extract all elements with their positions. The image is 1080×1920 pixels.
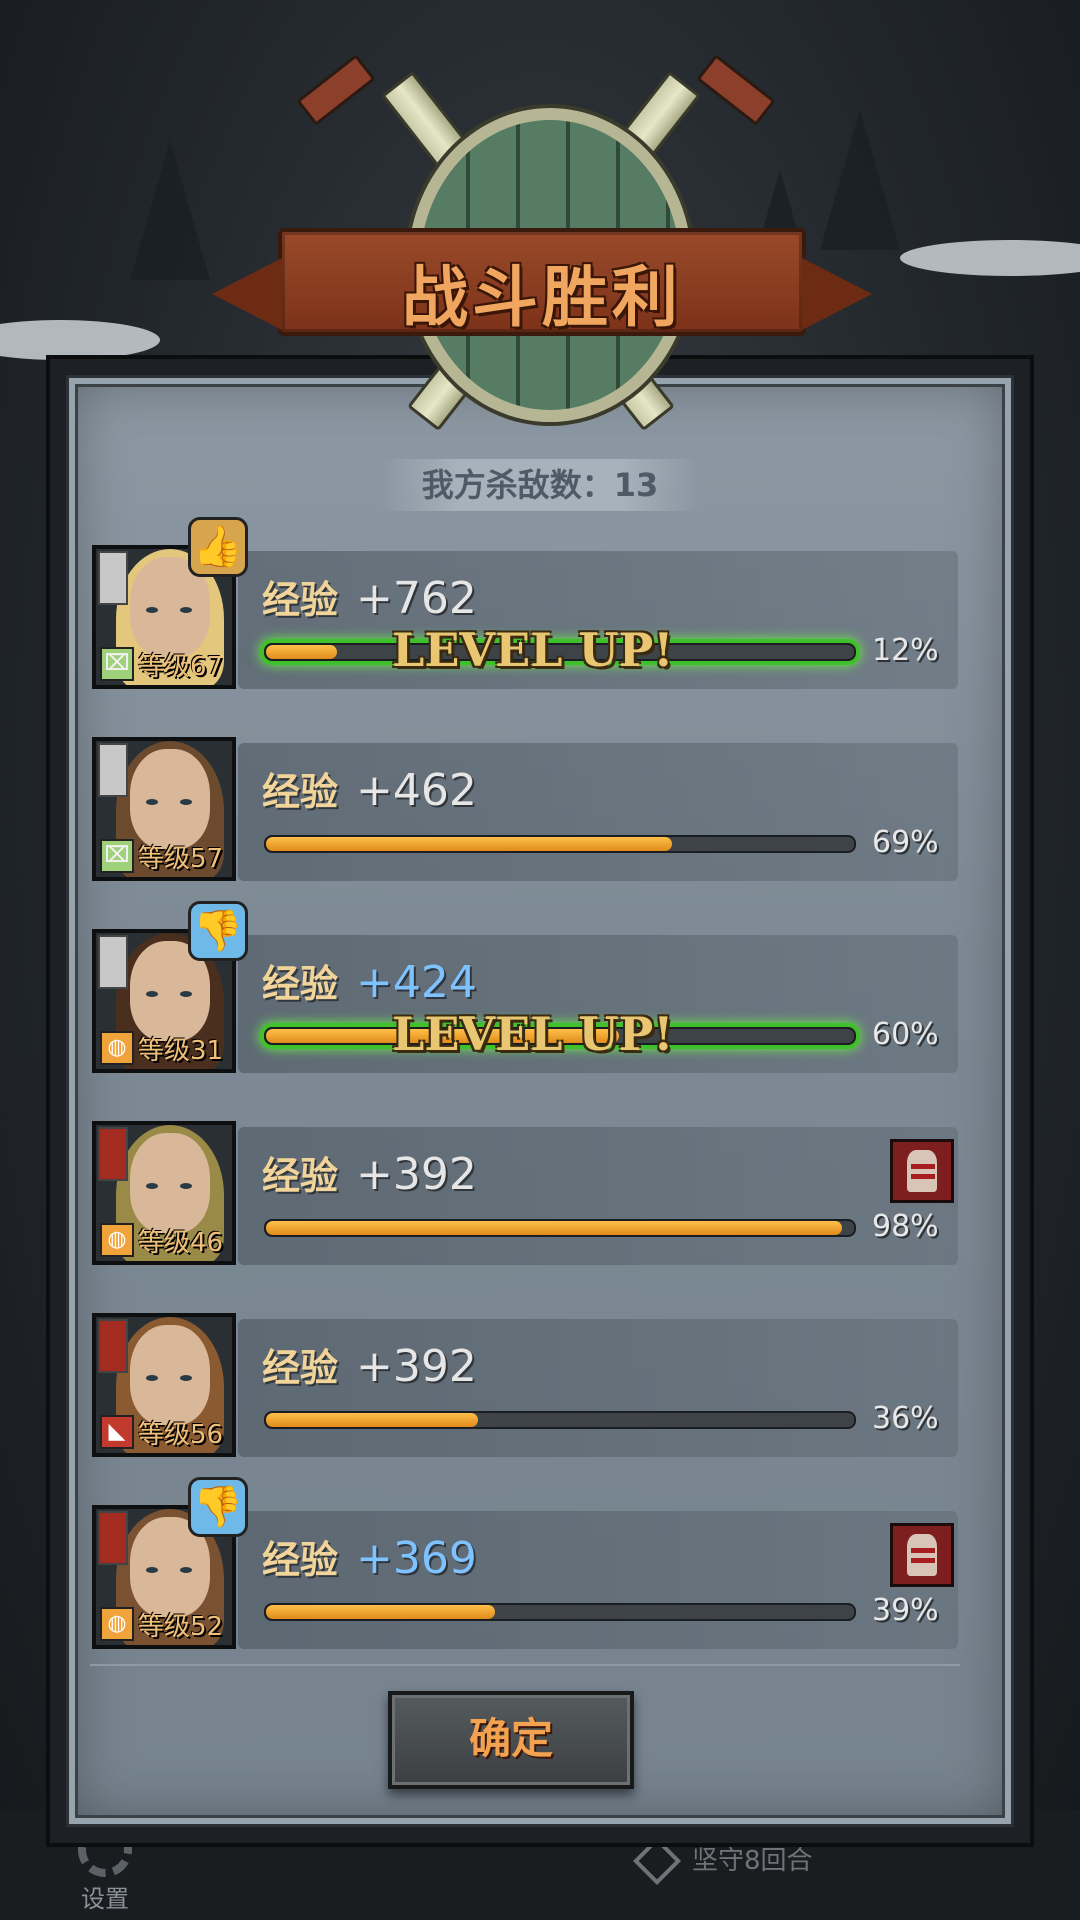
thumbs-up-icon: 👍 (188, 517, 248, 577)
exp-progress-fill (266, 1221, 843, 1235)
exp-percent: 36% (872, 1401, 939, 1436)
level-up-label: LEVEL UP! (392, 623, 674, 677)
exp-gain: 经验 +462 (262, 761, 477, 816)
banner-flag-icon (98, 1319, 128, 1373)
injury-icon (890, 1523, 954, 1587)
hero-portrait[interactable]: ⌧ 等级57 (92, 737, 236, 881)
exp-gain: 经验 +392 (262, 1145, 477, 1200)
exp-value: +762 (356, 573, 477, 624)
bow-class-icon: ⌧ (100, 839, 134, 873)
banner-flag-icon (98, 743, 128, 797)
hero-eye (180, 607, 192, 613)
hero-portrait[interactable]: ◣ 等级56 (92, 1313, 236, 1457)
kill-count: 我方杀敌数：13 (380, 459, 700, 511)
hero-row: ◍ 等级31 👎 经验 +424 60% LEVEL UP! (92, 901, 962, 1073)
exp-label: 经验 (262, 1154, 339, 1198)
level-up-label: LEVEL UP! (392, 1007, 674, 1061)
hero-eye (146, 1375, 158, 1381)
background-snow (0, 320, 160, 360)
hero-eye (146, 799, 158, 805)
hero-level: 等级46 (138, 1228, 224, 1258)
sword-hilt (296, 53, 376, 127)
hero-level: 等级31 (138, 1036, 224, 1066)
exp-value: +392 (356, 1341, 477, 1392)
victory-title: 战斗胜利 (402, 258, 682, 336)
hero-row: ⌧ 等级57 经验 +462 69% (92, 737, 962, 881)
hero-eye (146, 1183, 158, 1189)
exp-progress-fill (266, 1605, 496, 1619)
exp-value: +392 (356, 1149, 477, 1200)
exp-progress-fill (266, 645, 337, 659)
banner-flag-icon (98, 1511, 128, 1565)
hero-portrait[interactable]: ◍ 等级46 (92, 1121, 236, 1265)
shield-class-icon: ◍ (100, 1607, 134, 1641)
exp-progress-bar (264, 1219, 856, 1237)
banner-flag-icon (98, 551, 128, 605)
hero-level: 等级57 (138, 844, 224, 874)
hero-row: ◣ 等级56 经验 +392 36% (92, 1313, 962, 1457)
hero-face (130, 1133, 210, 1233)
exp-label: 经验 (262, 1538, 339, 1582)
hero-eye (180, 991, 192, 997)
exp-percent: 60% (872, 1017, 939, 1052)
background-snow (900, 240, 1080, 276)
hero-row: ⌧ 等级67 👍 经验 +762 12% LEVEL UP! (92, 517, 962, 689)
background-tree (130, 140, 210, 280)
exp-progress-bar (264, 1411, 856, 1429)
exp-percent: 69% (872, 825, 939, 860)
exp-label: 经验 (262, 1346, 339, 1390)
exp-gain: 经验 +369 (262, 1529, 477, 1584)
hero-eye (146, 607, 158, 613)
thumbs-down-icon: 👎 (188, 1477, 248, 1537)
hero-eye (180, 1567, 192, 1573)
hero-face (130, 1325, 210, 1425)
hero-eye (180, 799, 192, 805)
settings-label: 设置 (81, 1885, 129, 1913)
sword-hilt (696, 53, 776, 127)
exp-percent: 12% (872, 633, 939, 668)
victory-emblem: 战斗胜利 (212, 28, 872, 448)
exp-gain: 经验 +762 (262, 569, 477, 624)
hero-row: ◍ 等级46 经验 +392 98% (92, 1121, 962, 1265)
injury-icon (890, 1139, 954, 1203)
exp-progress-fill (266, 1413, 478, 1427)
shield-class-icon: ◍ (100, 1031, 134, 1065)
exp-label: 经验 (262, 578, 339, 622)
banner-flag-icon (98, 935, 128, 989)
beast-class-icon: ◣ (100, 1415, 134, 1449)
hero-level: 等级56 (138, 1420, 224, 1450)
exp-label: 经验 (262, 770, 339, 814)
hero-row: ◍ 等级52 👎 经验 +369 39% (92, 1477, 962, 1649)
exp-value: +424 (356, 957, 477, 1008)
hero-eye (146, 991, 158, 997)
exp-value: +462 (356, 765, 477, 816)
exp-gain: 经验 +392 (262, 1337, 477, 1392)
hero-level: 等级52 (138, 1612, 224, 1642)
hero-eye (180, 1183, 192, 1189)
shield-class-icon: ◍ (100, 1223, 134, 1257)
confirm-button[interactable]: 确定 (388, 1691, 634, 1789)
exp-percent: 98% (872, 1209, 939, 1244)
divider (90, 1664, 960, 1666)
thumbs-down-icon: 👎 (188, 901, 248, 961)
exp-label: 经验 (262, 962, 339, 1006)
exp-progress-bar (264, 835, 856, 853)
hero-eye (146, 1567, 158, 1573)
exp-value: +369 (356, 1533, 477, 1584)
defend-label: 坚守8回合 (692, 1845, 813, 1876)
exp-gain: 经验 +424 (262, 953, 477, 1008)
hero-face (130, 749, 210, 849)
hero-level: 等级67 (138, 652, 224, 682)
exp-progress-bar (264, 1603, 856, 1621)
background-tree (820, 110, 900, 250)
exp-percent: 39% (872, 1593, 939, 1628)
battle-result-modal: ⌧ 等级67 👍 经验 +762 12% LEVEL UP! ⌧ 等级57 经验 +462 69% ◍ 等… (46, 355, 1034, 1847)
title-banner: 战斗胜利 (212, 228, 872, 336)
exp-progress-fill (266, 837, 672, 851)
hero-eye (180, 1375, 192, 1381)
banner-flag-icon (98, 1127, 128, 1181)
bow-class-icon: ⌧ (100, 647, 134, 681)
